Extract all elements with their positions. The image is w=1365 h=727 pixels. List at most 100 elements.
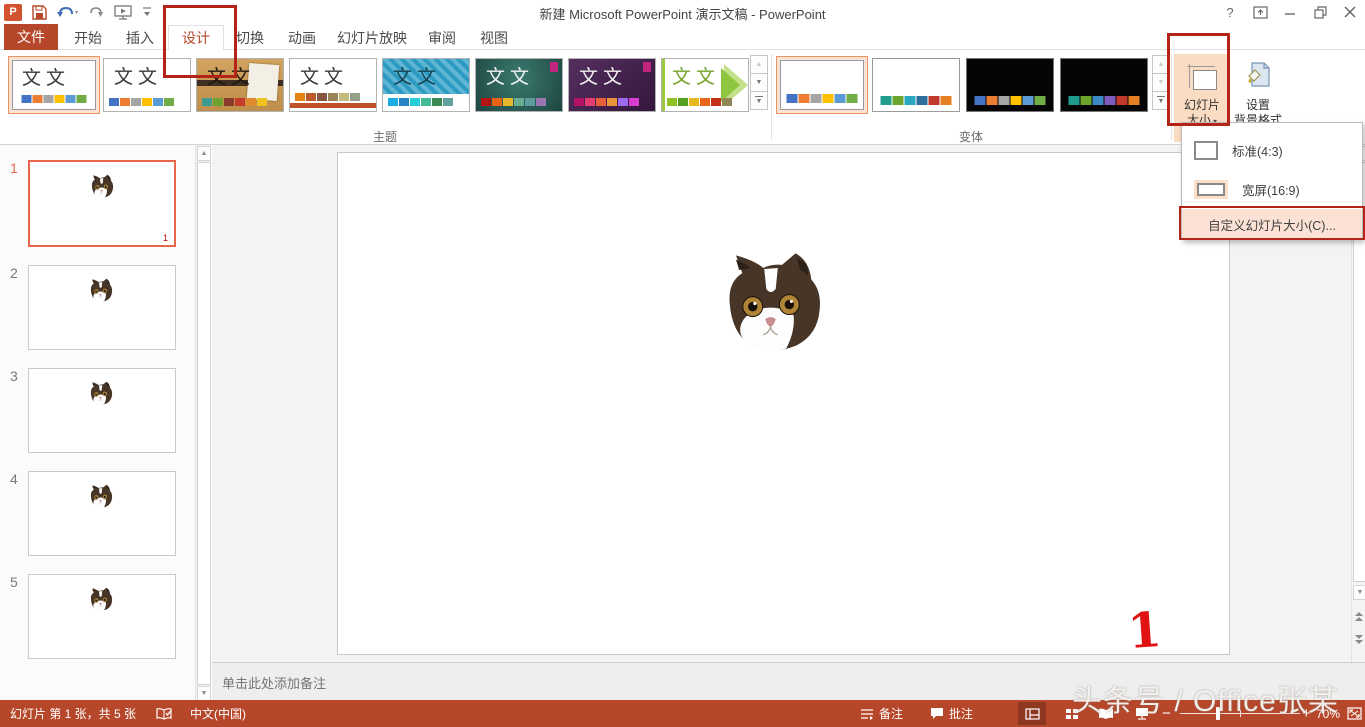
window-controls: ? (1215, 0, 1365, 24)
tab-animations[interactable]: 动画 (278, 26, 326, 50)
slide-number-label[interactable]: 4 (10, 471, 18, 487)
restore-icon[interactable] (1305, 1, 1335, 23)
title-bar: P 新建 Microsoft PowerPoint 演示文稿 - PowerPo… (0, 0, 1365, 24)
tab-design[interactable]: 设计 (168, 25, 224, 51)
close-icon[interactable] (1335, 1, 1365, 23)
themes-scroll-up-icon[interactable]: ▲ (750, 55, 768, 74)
variants-scroll-up-icon[interactable]: ▲ (1152, 55, 1170, 74)
scroll-down-icon[interactable]: ▼ (197, 686, 211, 701)
slide-number-label[interactable]: 2 (10, 265, 18, 281)
slide-number-label[interactable]: 5 (10, 574, 18, 590)
variant-swatches (1068, 96, 1140, 105)
reading-view-button[interactable] (1092, 702, 1120, 725)
theme-thumbnail[interactable]: 文文 (289, 58, 377, 112)
menu-item-widescreen-16-9[interactable]: 宽屏(16:9) (1182, 169, 1362, 209)
menu-item-custom-slide-size[interactable]: 自定义幻灯片大小(C)... (1182, 209, 1362, 240)
slide-thumbnail-2[interactable] (28, 265, 176, 350)
theme-swatches (574, 98, 639, 106)
next-slide-button[interactable] (1352, 630, 1365, 648)
variant-thumbnail[interactable] (1060, 58, 1148, 112)
variants-scroll-down-icon[interactable]: ▼ (1152, 73, 1170, 92)
window-title: 新建 Microsoft PowerPoint 演示文稿 - PowerPoin… (539, 7, 826, 22)
theme-thumbnail[interactable]: 文文 (475, 58, 563, 112)
slideshow-icon (1136, 708, 1148, 720)
slide-thumbnail-3[interactable] (28, 368, 176, 453)
fit-to-window-icon (1346, 707, 1362, 720)
zoom-slider-handle[interactable] (1216, 707, 1220, 720)
theme-swatches (667, 98, 732, 106)
theme-thumbnail-selected[interactable]: 文文 (8, 56, 100, 114)
theme-swatches (202, 98, 267, 106)
themes-gallery-more-icon[interactable]: ▼ (750, 91, 768, 110)
tab-transitions[interactable]: 切换 (226, 26, 274, 50)
help-icon[interactable]: ? (1215, 1, 1245, 23)
reading-view-icon (1099, 708, 1113, 719)
themes-group-label: 主题 (372, 130, 397, 144)
theme-thumbnail[interactable]: 文文 (661, 58, 749, 112)
zoom-out-button[interactable]: − (1162, 700, 1171, 727)
fit-slide-to-window-button[interactable] (1340, 702, 1365, 725)
annotation-number: 1 (1126, 601, 1164, 661)
slide-page-badge: 1 (162, 233, 168, 243)
ribbon-display-options-icon[interactable] (1245, 1, 1275, 23)
variants-gallery-scroll: ▲ ▼ ▼ (1152, 55, 1170, 110)
normal-view-icon (1024, 707, 1040, 720)
zoom-slider[interactable] (1180, 707, 1300, 720)
comment-icon (931, 708, 943, 719)
comments-toggle[interactable]: 批注 (926, 700, 977, 727)
theme-thumbnail[interactable]: 文文 (103, 58, 191, 112)
widescreen-ratio-icon (1194, 179, 1228, 199)
previous-slide-button[interactable] (1352, 607, 1365, 625)
theme-swatches (481, 98, 546, 106)
theme-thumbnail[interactable]: 文文 (196, 58, 284, 112)
ribbon-design: 文文 文文 文文 文文 文文 文文 文文 文文 ▲ ▼ ▼ ▲ ▼ ▼ 幻灯片 … (0, 50, 1365, 145)
normal-view-button[interactable] (1018, 702, 1046, 725)
slide-thumbnail-panel: 1 1 2 3 4 5 (0, 145, 211, 702)
notes-placeholder[interactable]: 单击此处添加备注 (222, 673, 326, 692)
notes-icon (861, 708, 873, 720)
notes-toggle[interactable]: 备注 (856, 700, 907, 727)
tab-slideshow[interactable]: 幻灯片放映 (330, 26, 414, 50)
slide-number-label[interactable]: 1 (10, 160, 18, 176)
slide-sorter-view-button[interactable] (1058, 702, 1086, 725)
theme-swatches (388, 98, 453, 106)
tab-view[interactable]: 视图 (470, 26, 518, 50)
slide-number-label[interactable]: 3 (10, 368, 18, 384)
tab-file[interactable]: 文件 (4, 24, 58, 50)
ribbon-tab-row: 文件 开始 插入 设计 切换 动画 幻灯片放映 审阅 视图 (0, 24, 1365, 51)
slide-counter[interactable]: 幻灯片 第 1 张，共 5 张 (6, 700, 140, 727)
zoom-in-button[interactable]: + (1302, 700, 1311, 727)
theme-thumbnail[interactable]: 文文 (568, 58, 656, 112)
status-bar: 幻灯片 第 1 张，共 5 张 中文(中国) 备注 批注 − + 70% (0, 700, 1365, 727)
thumbnail-scrollbar[interactable]: ▲ ▼ (195, 145, 211, 702)
slide-thumbnail-4[interactable] (28, 471, 176, 556)
slide-size-menu: 标准(4:3) 宽屏(16:9) 自定义幻灯片大小(C)... (1181, 122, 1363, 240)
slideshow-view-button[interactable] (1128, 702, 1156, 725)
variant-thumbnail[interactable] (872, 58, 960, 112)
spell-check-icon[interactable] (152, 700, 176, 727)
slide-thumbnail-1[interactable]: 1 (28, 160, 176, 247)
variant-thumbnail-selected[interactable] (776, 56, 868, 114)
notes-pane[interactable]: 单击此处添加备注 (212, 663, 1365, 700)
tab-insert[interactable]: 插入 (116, 26, 164, 50)
cat-image[interactable] (713, 251, 828, 356)
slide-size-icon (1187, 64, 1217, 90)
tab-review[interactable]: 审阅 (418, 26, 466, 50)
scrollbar-thumb[interactable] (197, 162, 211, 685)
theme-thumbnail[interactable]: 文文 (382, 58, 470, 112)
slide-canvas[interactable]: 1 (337, 152, 1230, 660)
themes-scroll-down-icon[interactable]: ▼ (750, 73, 768, 92)
menu-item-standard-4-3[interactable]: 标准(4:3) (1182, 131, 1362, 169)
slide-thumbnail-5[interactable] (28, 574, 176, 659)
powerpoint-window: P 新建 Microsoft PowerPoint 演示文稿 - PowerPo… (0, 0, 1365, 727)
themes-gallery-scroll: ▲ ▼ ▼ (750, 55, 768, 110)
slide-sorter-icon (1066, 708, 1078, 719)
variants-gallery-more-icon[interactable]: ▼ (1152, 91, 1170, 110)
theme-swatches (21, 95, 87, 103)
tab-home[interactable]: 开始 (64, 26, 112, 50)
scroll-down-icon[interactable]: ▼ (1353, 585, 1365, 600)
language-indicator[interactable]: 中文(中国) (186, 700, 250, 727)
scroll-up-icon[interactable]: ▲ (197, 146, 211, 161)
minimize-icon[interactable] (1275, 1, 1305, 23)
variant-thumbnail[interactable] (966, 58, 1054, 112)
